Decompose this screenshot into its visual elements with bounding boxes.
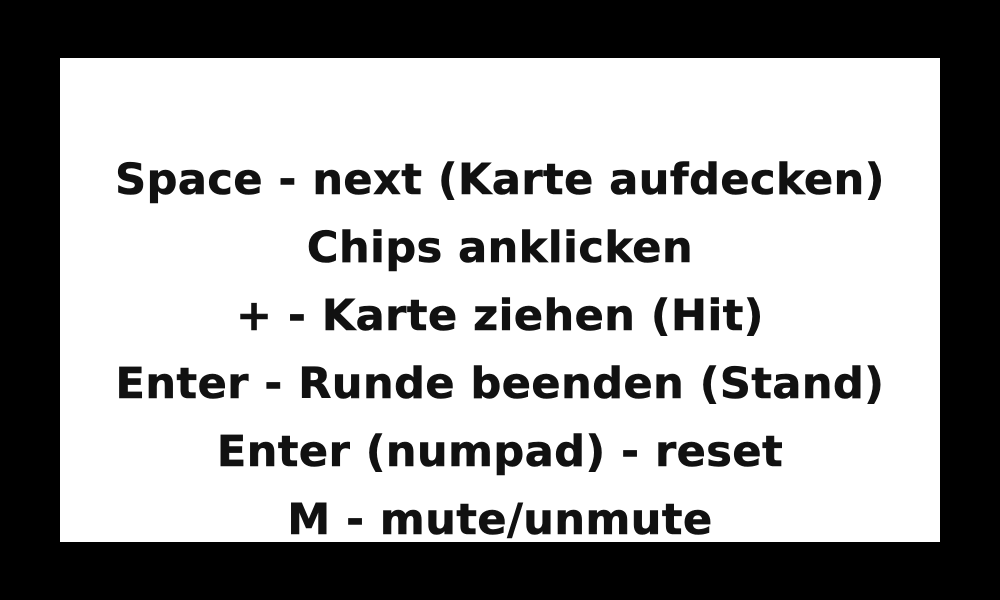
- game-screen: Space - next (Karte aufdecken) Chips ank…: [0, 0, 1000, 600]
- controls-list: Space - next (Karte aufdecken) Chips ank…: [60, 146, 940, 554]
- control-hint-stand: Enter - Runde beenden (Stand): [115, 359, 885, 410]
- control-hint-hit: + - Karte ziehen (Hit): [236, 291, 764, 342]
- control-hint-space: Space - next (Karte aufdecken): [115, 155, 885, 206]
- control-hint-mute: M - mute/unmute: [287, 495, 713, 546]
- control-hint-chips: Chips anklicken: [306, 223, 694, 274]
- control-hint-reset: Enter (numpad) - reset: [216, 427, 784, 478]
- controls-help-panel: Space - next (Karte aufdecken) Chips ank…: [60, 58, 940, 545]
